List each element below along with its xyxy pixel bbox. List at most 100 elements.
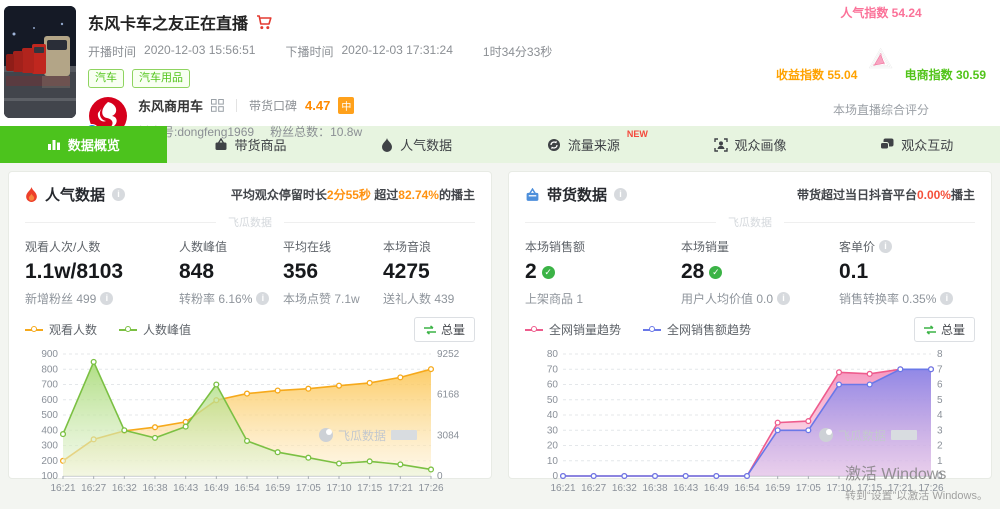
- svg-text:16:32: 16:32: [112, 483, 137, 494]
- stream-thumbnail[interactable]: [4, 6, 76, 118]
- start-time-value: 2020-12-03 15:56:51: [144, 43, 255, 60]
- score-radar: 人气指数 54.24 收益指数 55.04 电商指数 30.59 本场直播综合评…: [776, 4, 986, 118]
- svg-text:80: 80: [547, 349, 559, 360]
- svg-text:6: 6: [937, 380, 943, 391]
- svg-text:17:05: 17:05: [796, 483, 821, 494]
- live-analytics-page: 东风卡车之友正在直播 开播时间 2020-12-03 15:56:51 下播时间…: [0, 0, 1000, 509]
- tag-auto-goods[interactable]: 汽车用品: [132, 69, 190, 88]
- popularity-index-label: 人气指数 54.24: [776, 4, 986, 21]
- swap-icon: [424, 325, 436, 335]
- total-toggle-button[interactable]: 总量: [914, 317, 975, 342]
- svg-text:16:21: 16:21: [550, 483, 575, 494]
- info-icon[interactable]: i: [112, 188, 125, 201]
- svg-text:300: 300: [41, 441, 58, 452]
- svg-text:16:27: 16:27: [81, 483, 106, 494]
- stat-unit-price: 客单价i 0.1 销售转换率 0.35%i: [839, 238, 975, 307]
- svg-text:100: 100: [41, 471, 58, 482]
- sales-stats: 本场销售额 2✓ 上架商品 1 本场销量 28✓ 用户人均价值 0.0i 客单价…: [525, 238, 975, 307]
- svg-text:16:38: 16:38: [142, 483, 167, 494]
- panel-title: 人气数据: [45, 184, 105, 205]
- tab-traffic-source[interactable]: 流量来源 NEW: [500, 126, 667, 163]
- svg-text:3: 3: [937, 425, 943, 436]
- svg-text:40: 40: [547, 410, 559, 421]
- svg-text:800: 800: [41, 364, 58, 375]
- radar-chart: [857, 21, 904, 97]
- brand-name[interactable]: 东风商用车: [138, 96, 203, 115]
- portrait-icon: [714, 138, 728, 152]
- svg-text:17:10: 17:10: [326, 483, 351, 494]
- info-icon[interactable]: i: [940, 292, 953, 305]
- svg-text:16:43: 16:43: [173, 483, 198, 494]
- basket-icon: [214, 138, 228, 151]
- stat-sales-volume: 本场销量 28✓ 用户人均价值 0.0i: [681, 238, 839, 307]
- reputation-value: 4.47: [305, 98, 330, 113]
- retention-summary: 平均观众停留时长2分55秒 超过82.74%的播主: [231, 186, 475, 203]
- radar-caption: 本场直播综合评分: [776, 101, 986, 118]
- popularity-stats: 观看人次/人数 1.1w/8103 新增粉丝 499i 人数峰值 848 转粉率…: [25, 238, 475, 307]
- popularity-panel: 人气数据 i 平均观众停留时长2分55秒 超过82.74%的播主 飞瓜数据 观看…: [8, 171, 492, 479]
- swap-icon: [924, 325, 936, 335]
- legend-peak[interactable]: 人数峰值: [119, 321, 191, 338]
- info-icon[interactable]: i: [614, 188, 627, 201]
- svg-text:16:49: 16:49: [204, 483, 229, 494]
- traffic-icon: [547, 138, 561, 152]
- legend-sales-amount[interactable]: 全网销售额趋势: [643, 321, 751, 338]
- cart-icon[interactable]: [256, 15, 272, 30]
- tab-data-overview[interactable]: 数据概览: [0, 126, 167, 163]
- legend-marker-icon: [119, 329, 137, 331]
- dashboard-main: 人气数据 i 平均观众停留时长2分55秒 超过82.74%的播主 飞瓜数据 观看…: [0, 163, 1000, 487]
- svg-text:900: 900: [41, 349, 58, 360]
- svg-text:0: 0: [552, 471, 558, 482]
- tab-popularity[interactable]: 人气数据: [333, 126, 500, 163]
- grid-icon[interactable]: [211, 99, 224, 112]
- info-icon[interactable]: i: [777, 292, 790, 305]
- total-toggle-button[interactable]: 总量: [414, 317, 475, 342]
- popularity-area-chart: 1002003004005006007008009000308461689252…: [25, 346, 477, 496]
- flame-icon: [25, 187, 38, 202]
- svg-text:16:21: 16:21: [50, 483, 75, 494]
- svg-text:50: 50: [547, 395, 559, 406]
- svg-text:17:05: 17:05: [296, 483, 321, 494]
- tab-bar: 数据概览 带货商品 人气数据 流量来源 NEW: [0, 126, 1000, 163]
- legend-marker-icon: [25, 329, 43, 331]
- end-time-value: 2020-12-03 17:31:24: [341, 43, 452, 60]
- tab-products[interactable]: 带货商品: [167, 126, 334, 163]
- svg-text:30: 30: [547, 425, 559, 436]
- end-time-label: 下播时间: [285, 43, 333, 60]
- svg-text:8: 8: [937, 349, 943, 360]
- svg-text:16:59: 16:59: [765, 483, 790, 494]
- info-icon[interactable]: i: [879, 240, 892, 253]
- legend-sales-volume[interactable]: 全网销量趋势: [525, 321, 621, 338]
- svg-text:16:49: 16:49: [704, 483, 729, 494]
- tag-auto[interactable]: 汽车: [88, 69, 124, 88]
- svg-text:200: 200: [41, 456, 58, 467]
- tab-audience-interaction[interactable]: 观众互动: [833, 126, 1000, 163]
- svg-text:16:54: 16:54: [234, 483, 259, 494]
- new-badge: NEW: [627, 129, 648, 139]
- legend-viewers[interactable]: 观看人数: [25, 321, 97, 338]
- info-icon[interactable]: i: [256, 292, 269, 305]
- truck-photo: [4, 6, 76, 118]
- svg-text:17:26: 17:26: [418, 483, 443, 494]
- sales-panel: 带货数据 i 带货超过当日抖音平台0.00%播主 飞瓜数据 本场销售额 2✓ 上…: [508, 171, 992, 479]
- svg-text:6168: 6168: [437, 390, 460, 401]
- info-icon[interactable]: i: [100, 292, 113, 305]
- divider-watermark: 飞瓜数据: [525, 214, 975, 230]
- reputation-badge: 中: [338, 97, 354, 114]
- start-time-label: 开播时间: [88, 43, 136, 60]
- chart-legend: 观看人数 人数峰值 总量: [25, 317, 475, 342]
- check-badge-icon: ✓: [709, 266, 722, 279]
- svg-text:2: 2: [937, 441, 943, 452]
- reputation-label: 带货口碑: [249, 97, 297, 114]
- svg-text:9252: 9252: [437, 349, 460, 360]
- tab-audience-portrait[interactable]: 观众画像: [667, 126, 834, 163]
- svg-text:7: 7: [937, 364, 943, 375]
- svg-text:60: 60: [547, 380, 559, 391]
- divider: [236, 99, 237, 112]
- svg-text:10: 10: [547, 456, 559, 467]
- stat-avg-online: 平均在线 356 本场点赞 7.1w: [283, 238, 383, 307]
- category-tags: 汽车 汽车用品: [88, 69, 552, 88]
- svg-text:16:59: 16:59: [265, 483, 290, 494]
- svg-text:600: 600: [41, 395, 58, 406]
- divider-watermark: 飞瓜数据: [25, 214, 475, 230]
